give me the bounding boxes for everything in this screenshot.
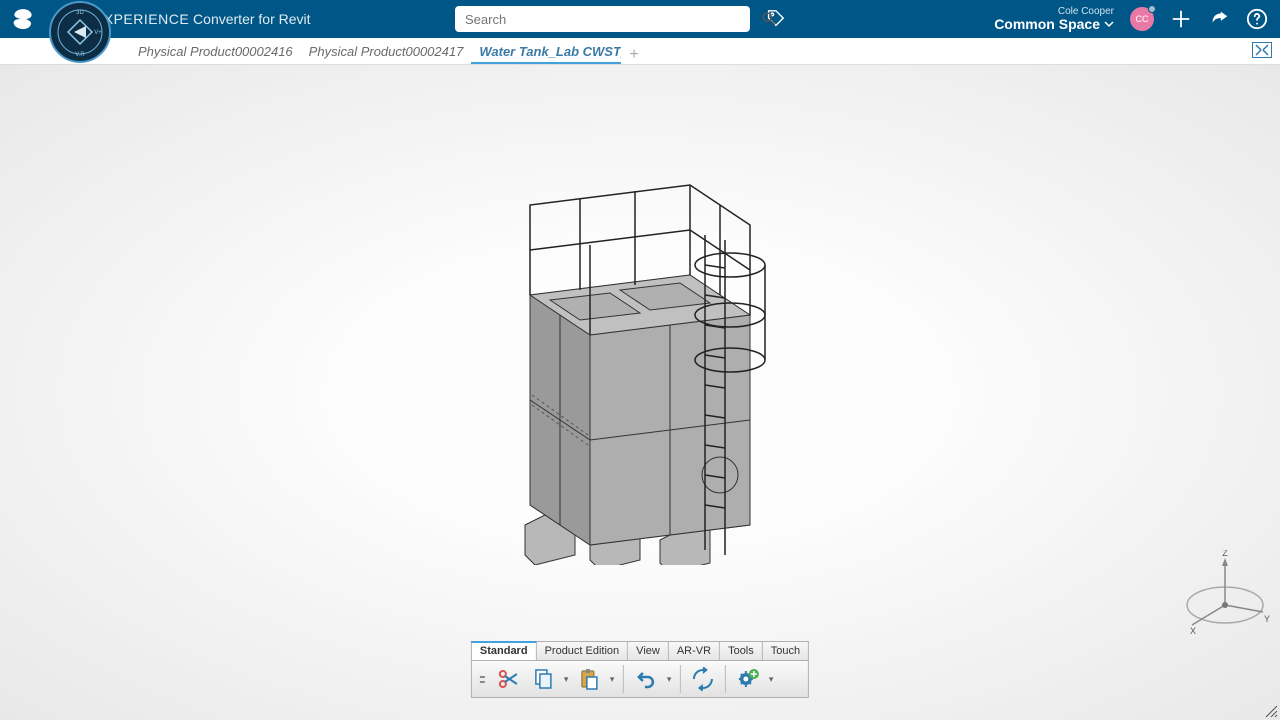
user-block[interactable]: Cole Cooper Common Space	[994, 6, 1114, 32]
chevron-down-icon	[1104, 19, 1114, 29]
insert-dropdown[interactable]: ▾	[767, 674, 775, 685]
help-icon[interactable]	[1246, 8, 1268, 30]
copy-icon	[531, 667, 555, 691]
tooltab-touch[interactable]: Touch	[763, 641, 809, 660]
paste-button[interactable]	[574, 664, 604, 694]
search-input[interactable]	[455, 6, 750, 32]
tooltab-standard[interactable]: Standard	[471, 641, 537, 660]
document-tabs: Physical Product00002416 Physical Produc…	[0, 38, 1280, 65]
avatar[interactable]: CC	[1130, 7, 1154, 31]
undo-icon	[634, 667, 658, 691]
collapse-icon	[1255, 44, 1269, 56]
copy-button[interactable]	[528, 664, 558, 694]
compass-icon[interactable]: 3D V+ V.R	[48, 0, 112, 64]
status-dot-icon	[1148, 5, 1156, 13]
undo-button[interactable]	[631, 664, 661, 694]
copy-dropdown[interactable]: ▾	[562, 674, 570, 685]
toolbar-grip[interactable]	[478, 676, 486, 683]
tooltab-tools[interactable]: Tools	[720, 641, 763, 660]
3d-viewport[interactable]: Z X Y Standard Product Edition View AR-V…	[0, 65, 1280, 720]
svg-text:Z: Z	[1222, 550, 1228, 558]
cut-button[interactable]	[494, 664, 524, 694]
tab-physical-product-2417[interactable]: Physical Product00002417	[301, 40, 472, 64]
tab-water-tank[interactable]: Water Tank_Lab CWST_Site	[471, 40, 621, 64]
share-icon[interactable]	[1208, 8, 1230, 30]
svg-text:V.R: V.R	[75, 52, 85, 58]
refresh-icon	[691, 667, 715, 691]
tooltab-ar-vr[interactable]: AR-VR	[669, 641, 720, 660]
paste-dropdown[interactable]: ▾	[608, 674, 616, 685]
paste-icon	[577, 667, 601, 691]
tooltab-product-edition[interactable]: Product Edition	[537, 641, 629, 660]
svg-text:Y: Y	[1264, 614, 1270, 624]
svg-text:X: X	[1190, 626, 1196, 636]
tooltab-view[interactable]: View	[628, 641, 669, 660]
axis-triad[interactable]: Z X Y	[1180, 550, 1270, 640]
bottom-toolbar: Standard Product Edition View AR-VR Tool…	[471, 641, 809, 698]
resize-handle-icon[interactable]	[1264, 704, 1278, 718]
collapse-panel-button[interactable]	[1252, 42, 1272, 58]
scissors-icon	[497, 667, 521, 691]
insert-button[interactable]	[733, 664, 763, 694]
svg-text:3D: 3D	[76, 10, 84, 16]
tab-physical-product-2416[interactable]: Physical Product00002416	[130, 40, 301, 64]
update-button[interactable]	[688, 664, 718, 694]
top-bar: 3DEXPERIENCE Converter for Revit Cole Co…	[0, 0, 1280, 38]
space-selector[interactable]: Common Space	[994, 17, 1114, 32]
tab-add-button[interactable]: +	[621, 46, 646, 64]
svg-text:V+: V+	[94, 30, 102, 36]
undo-dropdown[interactable]: ▾	[665, 674, 673, 685]
search-icon[interactable]	[760, 10, 778, 28]
water-tank-model[interactable]	[520, 135, 780, 565]
ds-logo-icon	[10, 6, 36, 32]
plus-icon[interactable]	[1170, 8, 1192, 30]
gear-plus-icon	[736, 667, 760, 691]
